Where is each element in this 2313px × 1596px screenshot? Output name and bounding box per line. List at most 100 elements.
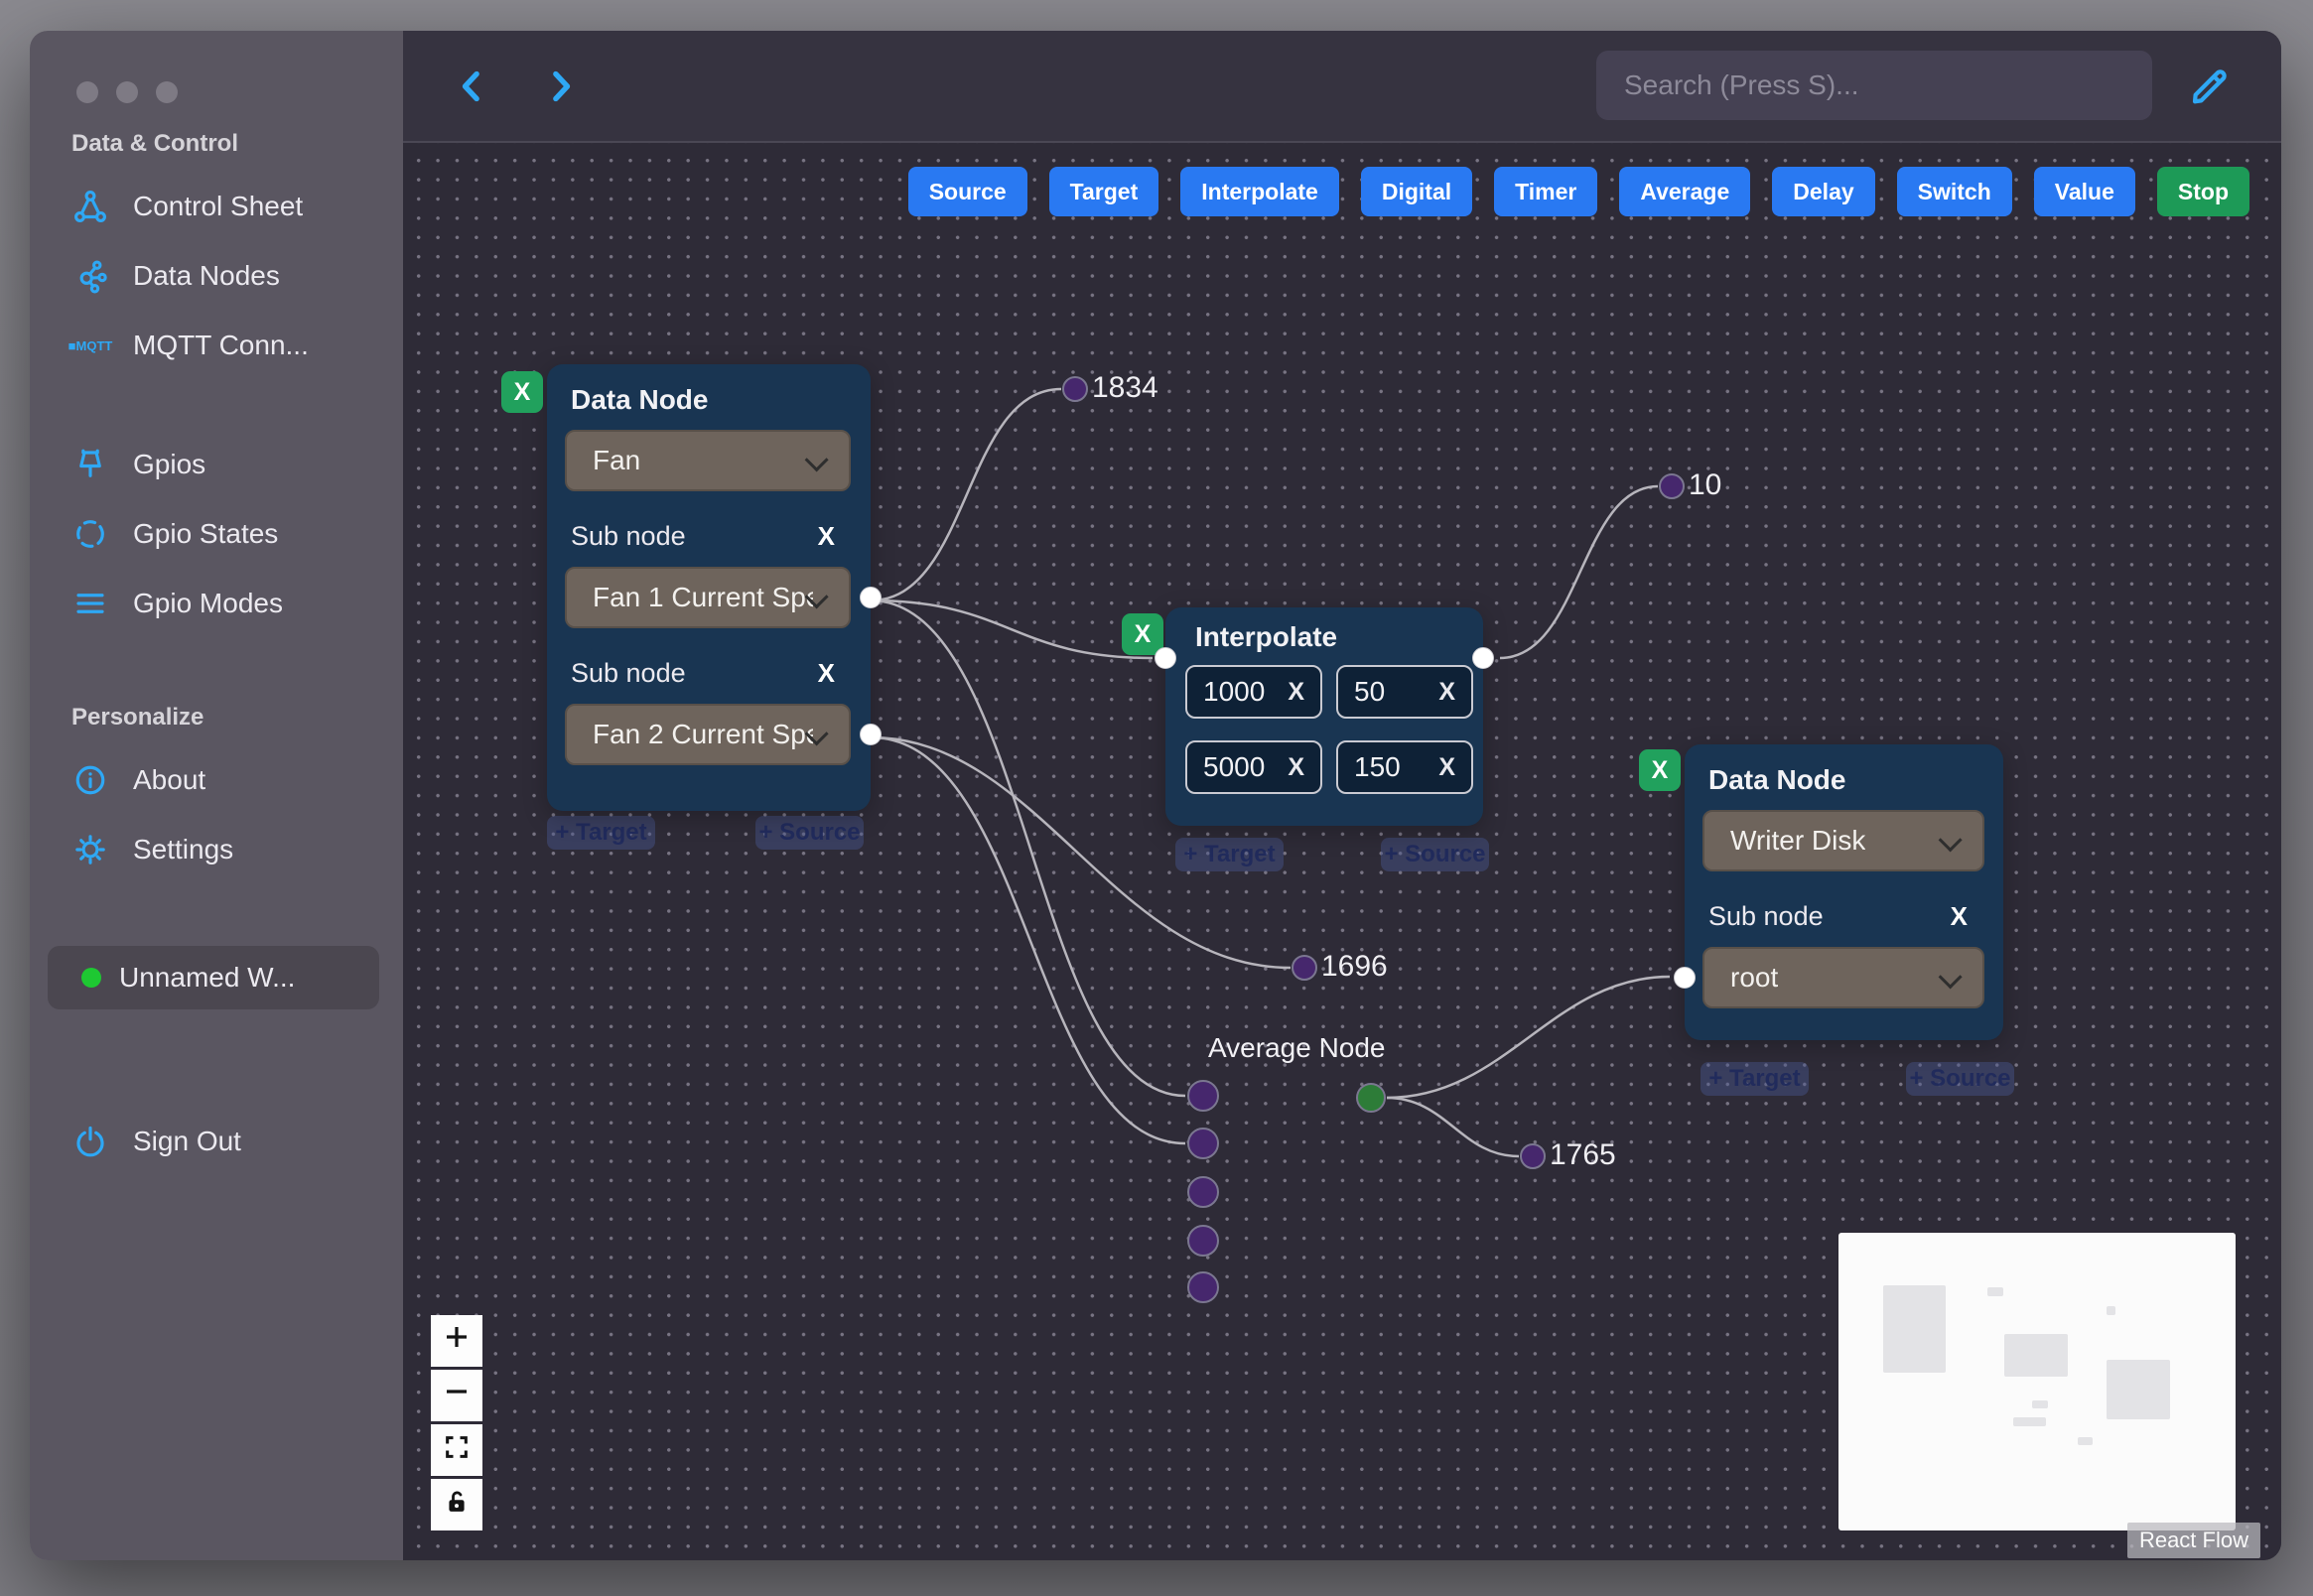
sidebar-item-gpio-states[interactable]: Gpio States — [30, 499, 403, 569]
power-icon — [71, 1123, 109, 1160]
window-close-button[interactable] — [76, 81, 98, 103]
subnode-select[interactable]: Fan 1 Current Spe — [565, 567, 851, 628]
flow-edge[interactable] — [1386, 975, 1671, 1100]
average-target-handle[interactable] — [1187, 1176, 1219, 1208]
flow-edge[interactable] — [1386, 1096, 1520, 1158]
zoom-in-button[interactable] — [431, 1315, 482, 1367]
flow-edge[interactable] — [1499, 484, 1659, 660]
topbar — [403, 31, 2281, 143]
sidebar-item-mqtt-conn[interactable]: ■MQTT MQTT Conn... — [30, 311, 403, 380]
flow-edge[interactable] — [870, 598, 1154, 660]
minimap[interactable] — [1838, 1233, 2236, 1530]
source-handle[interactable] — [860, 724, 882, 745]
delete-node-button[interactable]: X — [1639, 749, 1681, 791]
sidebar-item-workspace[interactable]: Unnamed W... — [48, 946, 379, 1009]
remove-value-button[interactable]: X — [1438, 678, 1455, 707]
average-source-handle[interactable] — [1356, 1083, 1386, 1113]
minimap-node — [2032, 1400, 2048, 1408]
node-type-select[interactable]: Fan — [565, 430, 851, 491]
toolbar-button-interpolate[interactable]: Interpolate — [1180, 167, 1339, 216]
sidebar-item-about[interactable]: About — [30, 745, 403, 815]
zoom-out-button[interactable] — [431, 1370, 482, 1421]
add-source-button[interactable]: + Source — [755, 816, 864, 850]
edge-value-label: 1696 — [1321, 950, 1388, 983]
minimap-node — [2004, 1334, 2068, 1377]
window-zoom-button[interactable] — [156, 81, 178, 103]
sidebar-item-control-sheet[interactable]: Control Sheet — [30, 172, 403, 241]
window-minimize-button[interactable] — [116, 81, 138, 103]
sidebar-section: Gpios Gpio States Gpio Modes — [30, 430, 403, 638]
chevron-down-icon — [1938, 828, 1963, 853]
minimap-node — [2107, 1306, 2115, 1315]
pencil-icon — [2192, 69, 2227, 104]
delete-node-button[interactable]: X — [1122, 613, 1163, 655]
search-input[interactable] — [1596, 51, 2152, 120]
node-data-writer-disk[interactable]: X Data Node Writer Disk Sub node X root — [1639, 744, 2003, 1040]
flow-edge[interactable] — [870, 735, 1186, 1145]
toolbar-button-average[interactable]: Average — [1619, 167, 1751, 216]
subnode-label: Sub node — [1708, 901, 1824, 931]
edit-button[interactable] — [2186, 63, 2234, 110]
value-dot[interactable] — [1659, 473, 1685, 499]
value-dot[interactable] — [1520, 1143, 1546, 1169]
sidebar-item-settings[interactable]: Settings — [30, 815, 403, 884]
add-target-button[interactable]: + Target — [547, 816, 655, 850]
remove-value-button[interactable]: X — [1288, 678, 1304, 707]
node-title: Data Node — [571, 384, 709, 415]
average-target-handle[interactable] — [1187, 1080, 1219, 1112]
node-data-fan[interactable]: X Data Node Fan Sub node X Fan 1 Current… — [501, 364, 882, 811]
interpolate-value-field[interactable]: 1000 X — [1185, 665, 1322, 719]
value-dot[interactable] — [1062, 376, 1088, 402]
source-handle[interactable] — [860, 587, 882, 608]
toolbar-button-delay[interactable]: Delay — [1772, 167, 1875, 216]
sidebar-item-gpios[interactable]: Gpios — [30, 430, 403, 499]
interpolate-value-field[interactable]: 150 X — [1336, 740, 1473, 794]
flow-edge[interactable] — [870, 387, 1062, 602]
remove-subnode-button[interactable]: X — [1945, 901, 1973, 932]
lock-button[interactable] — [431, 1479, 482, 1530]
add-source-button[interactable]: + Source — [1381, 838, 1489, 871]
sidebar-item-gpio-modes[interactable]: Gpio Modes — [30, 569, 403, 638]
chevron-down-icon — [1938, 965, 1963, 990]
circle-dashed-icon — [71, 515, 109, 553]
add-target-button[interactable]: + Target — [1701, 1062, 1809, 1096]
sidebar-item-data-nodes[interactable]: Data Nodes — [30, 241, 403, 311]
minimap-node — [1883, 1285, 1946, 1373]
toolbar-button-source[interactable]: Source — [907, 167, 1027, 216]
sidebar-item-sign-out[interactable]: Sign Out — [30, 1107, 403, 1176]
flow-canvas[interactable]: Source Target Interpolate Digital Timer Avera… — [403, 143, 2281, 1560]
remove-subnode-button[interactable]: X — [812, 658, 841, 689]
average-target-handle[interactable] — [1187, 1128, 1219, 1159]
average-target-handle[interactable] — [1187, 1225, 1219, 1257]
reactflow-attribution[interactable]: React Flow — [2126, 1523, 2260, 1558]
node-type-select[interactable]: Writer Disk — [1702, 810, 1984, 871]
delete-node-button[interactable]: X — [501, 371, 543, 413]
toolbar-button-digital[interactable]: Digital — [1360, 167, 1473, 216]
toolbar-button-timer[interactable]: Timer — [1494, 167, 1598, 216]
remove-subnode-button[interactable]: X — [812, 521, 841, 552]
remove-value-button[interactable]: X — [1438, 753, 1455, 782]
add-target-button[interactable]: + Target — [1175, 838, 1284, 871]
target-handle[interactable] — [1155, 647, 1176, 669]
subnode-select[interactable]: Fan 2 Current Spe — [565, 704, 851, 765]
toolbar-button-target[interactable]: Target — [1048, 167, 1159, 216]
interpolate-value-field[interactable]: 50 X — [1336, 665, 1473, 719]
remove-value-button[interactable]: X — [1288, 753, 1304, 782]
sidebar-section: Personalize About Settings — [30, 704, 403, 884]
interpolate-value-field[interactable]: 5000 X — [1185, 740, 1322, 794]
value-dot[interactable] — [1292, 955, 1317, 981]
toolbar-button-value[interactable]: Value — [2033, 167, 2135, 216]
target-handle[interactable] — [1674, 967, 1696, 989]
toolbar-button-stop[interactable]: Stop — [2156, 167, 2249, 216]
value-text: 1000 — [1203, 676, 1266, 707]
node-interpolate[interactable]: X Interpolate 1000 X 50 X 5000 X 150 X — [1122, 607, 1494, 826]
average-target-handle[interactable] — [1187, 1271, 1219, 1303]
flow-edge[interactable] — [870, 598, 1186, 1098]
toolbar-button-switch[interactable]: Switch — [1896, 167, 2012, 216]
forward-button[interactable] — [538, 65, 582, 108]
source-handle[interactable] — [1472, 647, 1494, 669]
subnode-select[interactable]: root — [1702, 947, 1984, 1008]
back-button[interactable] — [451, 65, 494, 108]
fit-view-button[interactable] — [431, 1424, 482, 1476]
add-source-button[interactable]: + Source — [1906, 1062, 2014, 1096]
